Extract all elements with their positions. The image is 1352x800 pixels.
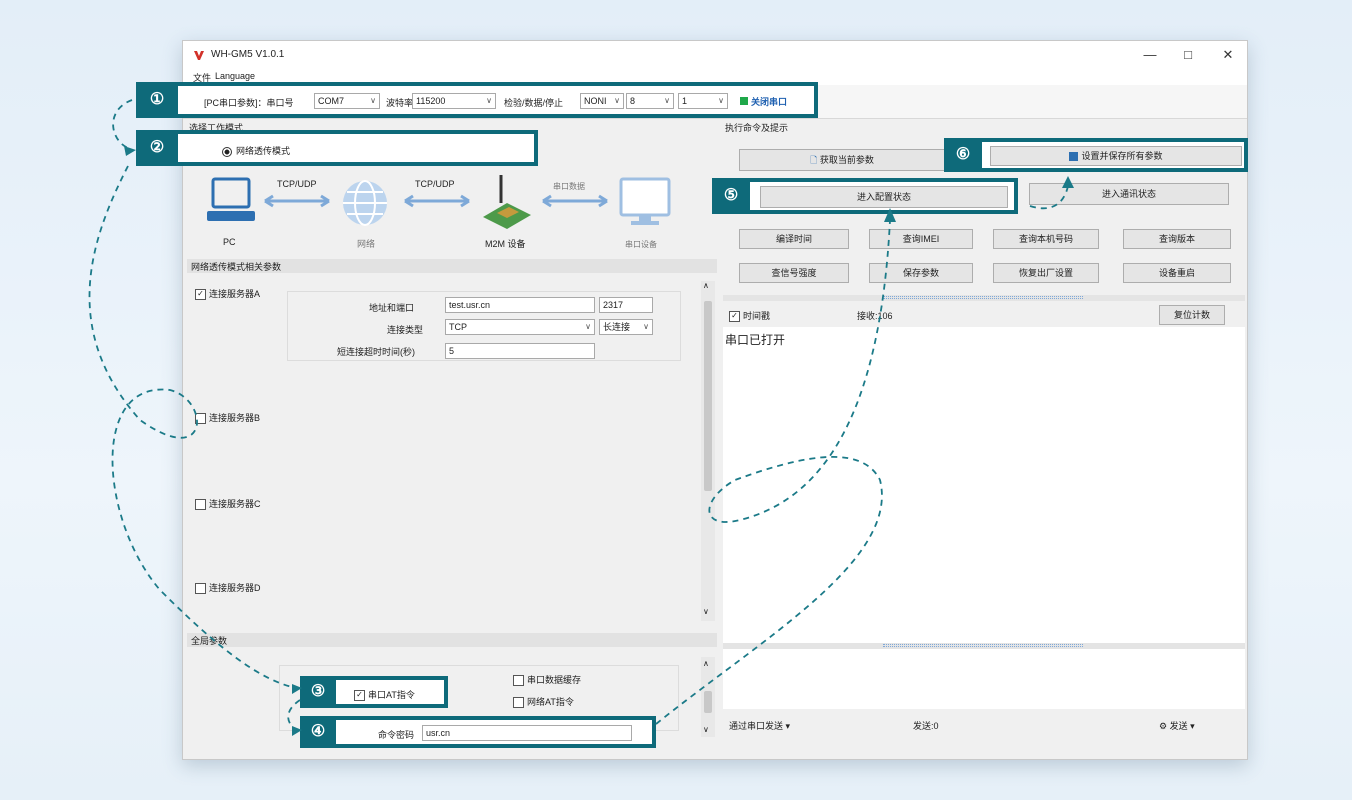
guide-arrows [88, 99, 1074, 736]
